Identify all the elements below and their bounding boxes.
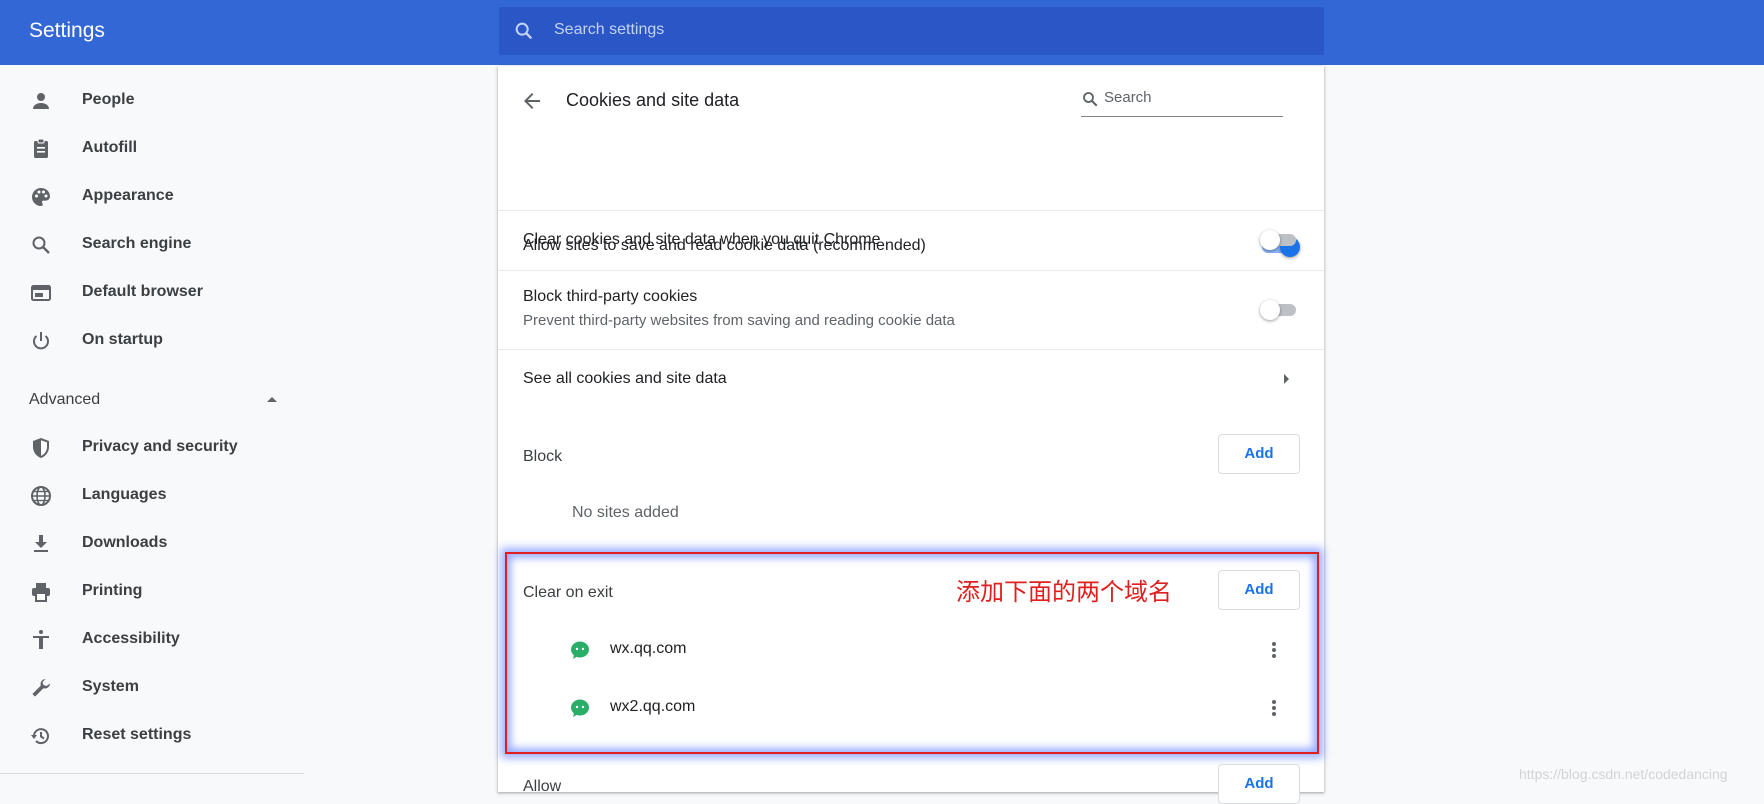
browser-window-icon <box>31 285 51 301</box>
sidebar-item-label: Printing <box>82 582 143 599</box>
sidebar-item-appearance[interactable]: Appearance <box>0 173 304 221</box>
globe-icon <box>31 486 51 506</box>
sidebar: People Autofill Appearance Search engine… <box>0 65 304 792</box>
site-name: wx.qq.com <box>610 640 687 657</box>
sidebar-item-label: On startup <box>82 331 163 348</box>
block-add-button[interactable]: Add <box>1218 434 1300 474</box>
back-arrow-icon[interactable] <box>520 89 544 113</box>
settings-search-bar[interactable]: Search settings <box>499 7 1324 55</box>
clear-on-exit-add-button[interactable]: Add <box>1218 570 1300 610</box>
printer-icon <box>32 583 50 602</box>
setting-row-clear-on-quit: Clear cookies and site data when you qui… <box>498 211 1324 270</box>
setting-description: Prevent third-party websites from saving… <box>523 312 955 329</box>
more-vert-icon[interactable] <box>1262 638 1286 662</box>
sidebar-item-label: Search engine <box>82 235 192 252</box>
site-favicon-icon <box>571 699 589 717</box>
block-empty-text: No sites added <box>572 504 679 521</box>
sidebar-item-system[interactable]: System <box>0 664 304 712</box>
sidebar-item-default-browser[interactable]: Default browser <box>0 269 304 317</box>
power-icon <box>33 332 49 350</box>
site-name: wx2.qq.com <box>610 698 696 715</box>
sidebar-item-downloads[interactable]: Downloads <box>0 520 304 568</box>
restore-icon <box>31 728 49 745</box>
sidebar-item-label: System <box>82 678 139 695</box>
arrow-up-icon[interactable] <box>266 395 278 403</box>
search-icon <box>515 22 533 40</box>
cookies-settings-card: Cookies and site data Search Allow sites… <box>498 66 1324 804</box>
sidebar-item-label: Autofill <box>82 139 138 156</box>
sidebar-item-printing[interactable]: Printing <box>0 568 304 616</box>
sidebar-item-on-startup[interactable]: On startup <box>0 317 304 365</box>
see-all-cookies-link[interactable]: See all cookies and site data <box>523 370 727 388</box>
setting-label: Clear cookies and site data when you qui… <box>523 231 881 248</box>
more-vert-icon[interactable] <box>1262 696 1286 720</box>
sidebar-item-label: People <box>82 91 135 108</box>
sidebar-item-label: Downloads <box>82 534 168 551</box>
clear-on-exit-section-title: Clear on exit <box>523 584 613 601</box>
chevron-right-icon <box>1284 374 1289 384</box>
palette-icon <box>32 188 50 206</box>
sidebar-item-label: Privacy and security <box>82 438 238 455</box>
advanced-toggle[interactable]: Advanced <box>29 391 100 409</box>
site-favicon-icon <box>571 641 589 659</box>
setting-label: Block third-party cookies <box>523 288 698 305</box>
page-title: Cookies and site data <box>566 90 740 110</box>
sidebar-item-autofill[interactable]: Autofill <box>0 125 304 173</box>
see-all-cookies-row[interactable]: See all cookies and site data <box>498 350 1324 408</box>
block-section-title: Block <box>523 448 563 465</box>
watermark: https://blog.csdn.net/codedancing <box>1519 766 1728 782</box>
sidebar-item-label: Default browser <box>82 283 203 300</box>
setting-row-block-third-party: Block third-party cookies Prevent third-… <box>498 271 1324 349</box>
cookies-search-field[interactable]: Search <box>1081 80 1283 117</box>
sidebar-item-accessibility[interactable]: Accessibility <box>0 616 304 664</box>
sidebar-item-reset-settings[interactable]: Reset settings <box>0 712 304 760</box>
search-input[interactable]: Search settings <box>554 21 664 39</box>
allow-section-title: Allow <box>523 778 562 795</box>
block-third-party-toggle[interactable] <box>1260 299 1300 321</box>
sidebar-item-label: Languages <box>82 486 167 503</box>
wrench-icon <box>32 679 50 697</box>
clipboard-icon <box>34 138 48 158</box>
sidebar-item-label: Reset settings <box>82 726 192 743</box>
top-app-bar: Settings Search settings <box>0 0 1764 65</box>
annotation-text: 添加下面的两个域名 <box>956 578 1172 606</box>
shield-icon <box>33 438 49 458</box>
sidebar-item-people[interactable]: People <box>0 77 304 125</box>
sidebar-item-label: Accessibility <box>82 630 180 647</box>
sidebar-item-languages[interactable]: Languages <box>0 472 304 520</box>
sidebar-item-privacy[interactable]: Privacy and security <box>0 424 304 472</box>
sidebar-divider <box>0 773 304 774</box>
sidebar-item-label: Appearance <box>82 187 174 204</box>
app-title: Settings <box>29 19 105 42</box>
search-icon <box>1083 92 1098 107</box>
sidebar-item-search-engine[interactable]: Search engine <box>0 221 304 269</box>
search-icon <box>32 236 50 254</box>
allow-add-button[interactable]: Add <box>1218 764 1300 804</box>
accessibility-icon <box>33 630 49 649</box>
download-icon <box>34 535 48 552</box>
search-input[interactable]: Search <box>1104 89 1152 106</box>
clear-on-quit-toggle[interactable] <box>1260 229 1300 251</box>
person-icon <box>33 93 49 109</box>
